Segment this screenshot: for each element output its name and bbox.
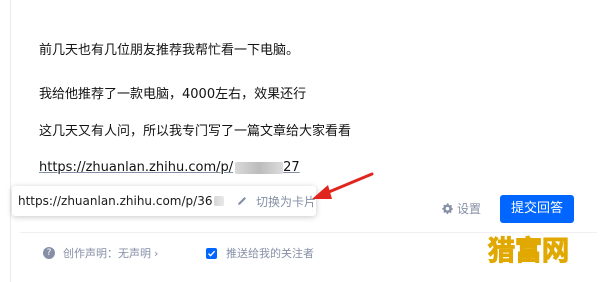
editor-paragraph-3[interactable]: 这几天又有人问，所以我专门写了一篇文章给大家看看 bbox=[39, 123, 351, 141]
editor-link-paragraph[interactable]: https://zhuanlan.zhihu.com/p/27 bbox=[39, 159, 300, 177]
settings-label: 设置 bbox=[457, 202, 482, 216]
editor-paragraph-2[interactable]: 我给他推荐了一款电脑，4000左右，效果还行 bbox=[39, 86, 306, 104]
link-popup-url-tail[interactable]: 36 bbox=[197, 194, 212, 208]
push-to-followers-checkbox[interactable] bbox=[206, 247, 217, 259]
watermark-logo: 猎富网 bbox=[488, 236, 570, 268]
chevron-right-icon: › bbox=[154, 246, 159, 260]
question-circle-icon: ? bbox=[43, 247, 55, 259]
submit-answer-button[interactable]: 提交回答 bbox=[500, 195, 574, 223]
editor-link-tail[interactable]: 27 bbox=[283, 160, 300, 175]
editor-link[interactable]: https://zhuanlan.zhihu.com/p/ bbox=[39, 160, 233, 175]
annotation-arrow-icon bbox=[312, 172, 374, 199]
redacted-link-segment bbox=[235, 161, 284, 174]
push-to-followers-option[interactable]: 推送给我的关注者 bbox=[206, 245, 314, 261]
link-popup: https://zhuanlan.zhihu.com/p/ 36 切换为卡片 bbox=[12, 186, 316, 216]
pencil-icon[interactable] bbox=[236, 195, 248, 207]
gear-icon bbox=[442, 203, 453, 215]
redacted-url-segment bbox=[214, 196, 224, 206]
creation-statement-label: 创作声明：无声明 bbox=[63, 247, 151, 260]
creation-statement-selector[interactable]: ? 创作声明：无声明 › bbox=[43, 245, 158, 261]
checkmark-icon bbox=[208, 250, 216, 257]
link-popup-url[interactable]: https://zhuanlan.zhihu.com/p/ bbox=[18, 194, 197, 208]
push-to-followers-label: 推送给我的关注者 bbox=[226, 247, 314, 260]
settings-button[interactable]: 设置 bbox=[441, 200, 481, 217]
editor-paragraph-1[interactable]: 前几天也有几位朋友推荐我帮忙看一下电脑。 bbox=[39, 42, 299, 60]
